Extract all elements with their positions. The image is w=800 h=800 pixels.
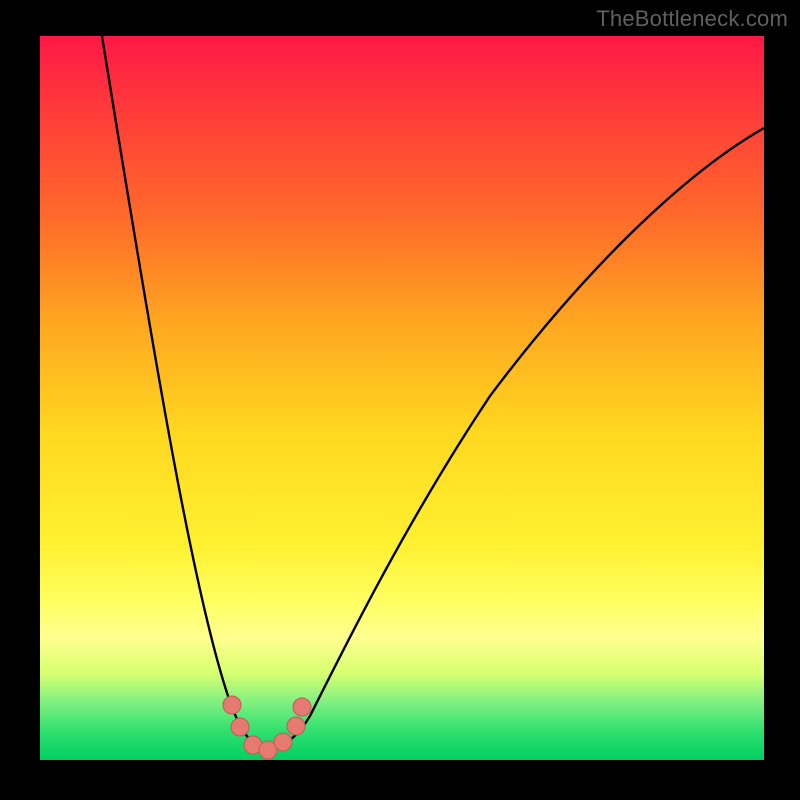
curve-markers <box>223 696 311 759</box>
curve-marker <box>231 718 249 736</box>
curve-marker <box>223 696 241 714</box>
curve-marker <box>287 717 305 735</box>
chart-frame: TheBottleneck.com <box>0 0 800 800</box>
watermark-text: TheBottleneck.com <box>596 6 788 32</box>
chart-svg <box>40 36 764 760</box>
chart-plot-area <box>40 36 764 760</box>
bottleneck-curve <box>102 36 764 750</box>
curve-marker <box>274 733 292 751</box>
curve-marker <box>293 698 311 716</box>
